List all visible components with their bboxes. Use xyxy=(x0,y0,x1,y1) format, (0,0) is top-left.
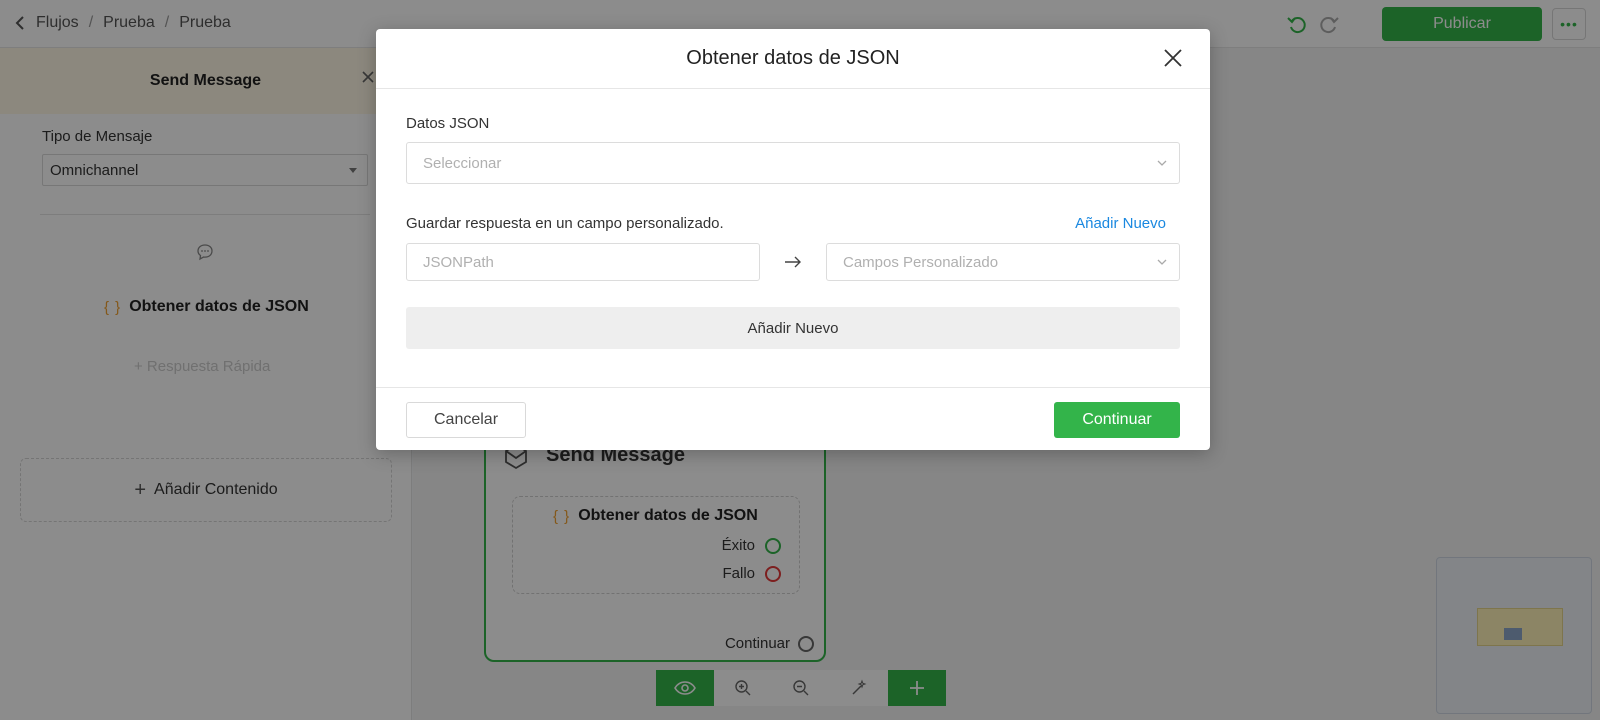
custom-field-placeholder: Campos Personalizado xyxy=(843,254,999,271)
json-data-placeholder: Seleccionar xyxy=(423,155,502,172)
modal-header: Obtener datos de JSON xyxy=(376,29,1210,89)
jsonpath-input[interactable]: JSONPath xyxy=(406,243,760,281)
jsonpath-placeholder: JSONPath xyxy=(423,254,494,271)
save-response-label: Guardar respuesta en un campo personaliz… xyxy=(406,215,724,232)
modal-title: Obtener datos de JSON xyxy=(686,47,900,69)
custom-field-select[interactable]: Campos Personalizado xyxy=(826,243,1180,281)
json-data-modal: Obtener datos de JSON Datos JSON Selecci… xyxy=(376,29,1210,450)
json-data-label: Datos JSON xyxy=(406,115,490,132)
chevron-down-icon xyxy=(1157,259,1167,265)
arrow-right-icon xyxy=(785,256,801,268)
cancel-button[interactable]: Cancelar xyxy=(406,402,526,438)
add-new-link[interactable]: Añadir Nuevo xyxy=(1075,215,1166,232)
continue-button[interactable]: Continuar xyxy=(1054,402,1180,438)
json-data-select[interactable]: Seleccionar xyxy=(406,142,1180,184)
modal-footer: Cancelar Continuar xyxy=(376,387,1210,450)
chevron-down-icon xyxy=(1157,160,1167,166)
add-new-button[interactable]: Añadir Nuevo xyxy=(406,307,1180,349)
close-icon[interactable] xyxy=(1162,47,1184,69)
